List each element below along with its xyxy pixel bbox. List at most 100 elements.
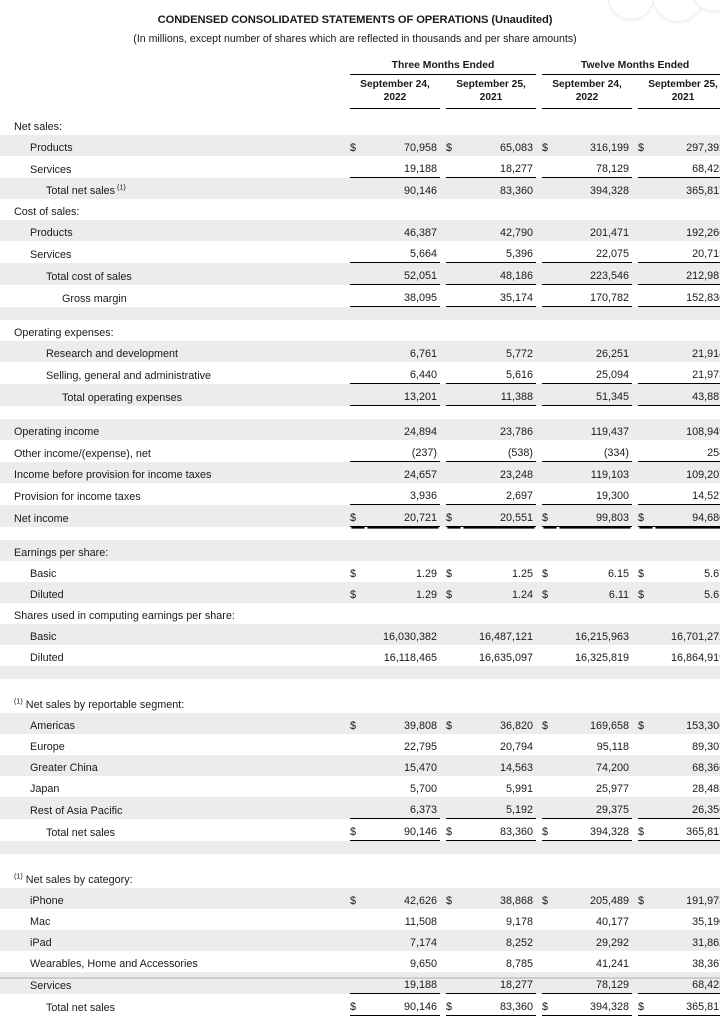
value-cell: 68,425 [692,163,720,175]
row-label: Products [0,220,350,241]
value-cell: 15,470 [366,755,440,776]
value-cell: 78,129 [596,163,630,175]
table-row: Total cost of sales 52,051 48,186 223,546 21… [0,262,720,285]
currency-symbol-cell [446,930,462,951]
currency-symbol-cell [350,262,366,285]
currency-symbol-cell: $ [446,568,453,580]
value-cell [654,867,720,888]
currency-symbol-cell [446,199,462,220]
currency-symbol-cell [638,419,655,440]
value-cell: 16,118,465 [383,652,437,664]
currency-symbol-cell [350,220,366,241]
row-label: Total operating expenses [0,383,350,406]
value-cell: 1.25 [512,568,534,580]
value-cell: 35,174 [462,284,537,307]
value-cell: 24,657 [366,461,440,483]
value-cell: 94,680 [654,504,720,527]
column-group-twelve-months: Twelve Months Ended [542,59,720,75]
table-row: Basic $1.29 $1.25 $6.15 $5.67 [0,561,720,582]
row-label: Europe [30,741,65,753]
value-cell: 51,345 [558,383,633,406]
value-cell: 16,030,382 [366,624,440,645]
currency-symbol-cell: $ [638,888,655,909]
table-spacer-row [0,306,720,320]
value-cell: 394,328 [558,993,633,1016]
table-row: (1) Net sales by reportable segment: [0,692,720,713]
value-cell: 25,094 [596,369,630,381]
table-row: Rest of Asia Pacific 6,373 5,192 29,375 26,3… [0,797,720,819]
value-cell: 68,425 [654,972,720,994]
table-row: Provision for income taxes 3,936 2,697 19,3… [0,483,720,505]
value-cell: 205,489 [558,888,633,909]
value-cell: 20,551 [462,504,537,527]
table-row: Research and development 6,761 5,772 26,251… [0,341,720,362]
page-title: CONDENSED CONSOLIDATED STATEMENTS OF OPE… [157,14,553,26]
currency-symbol-cell [638,734,654,755]
row-label: Provision for income taxes [14,490,141,503]
value-cell: 28,482 [692,783,720,795]
currency-symbol-cell [446,461,462,483]
currency-symbol-cell [542,440,558,462]
currency-symbol-cell [542,603,558,624]
table-row: Americas$39,808$36,820$169,658$153,306 [0,713,720,734]
value-cell: 41,241 [596,958,630,970]
value-cell: 90,146 [366,177,440,199]
currency-symbol-cell [350,603,366,624]
value-cell: 39,808 [366,713,440,734]
table-row: Total net sales $90,146 $83,360 $394,328 $36… [0,818,720,841]
value-cell: 16,701,272 [654,624,720,645]
currency-symbol-cell [542,797,559,819]
table-row: Europe 22,795 20,794 95,118 89,307 [0,734,720,755]
value-cell [366,867,440,888]
date-line-1: September 25, [456,79,526,90]
currency-symbol-cell [446,692,462,713]
value-cell: 11,508 [404,916,437,928]
value-cell: 169,658 [558,713,633,734]
value-cell [366,540,440,561]
currency-symbol-cell: $ [542,568,549,580]
value-cell: 99,803 [558,504,633,527]
currency-symbol-cell [446,797,462,819]
spacer-cell [0,854,720,867]
table-spacer-row [0,854,720,867]
value-cell: 42,626 [366,888,440,909]
currency-symbol-cell [542,734,558,755]
value-cell [558,320,632,341]
row-label: Diluted [0,582,350,603]
value-cell: 191,973 [654,888,720,909]
value-cell: 16,487,121 [462,624,537,645]
currency-symbol-cell [350,461,366,483]
value-cell: 5,772 [462,341,537,362]
currency-symbol-cell: $ [542,135,559,156]
row-label: Total net sales [46,826,116,839]
currency-symbol-cell [638,909,654,930]
currency-symbol-cell [542,461,559,483]
currency-symbol-cell [446,383,462,406]
value-cell: 6,440 [409,369,437,381]
value-cell: 42,790 [462,220,537,241]
value-cell [366,114,440,135]
currency-symbol-cell [542,645,558,666]
currency-symbol-cell [446,362,462,384]
currency-symbol-cell [542,241,558,263]
value-cell [462,114,536,135]
currency-symbol-cell [638,867,654,888]
currency-symbol-cell: $ [446,993,462,1016]
value-cell: 90,146 [366,818,440,841]
currency-symbol-cell [446,972,462,994]
currency-symbol-cell [638,483,654,505]
value-cell [366,603,440,624]
row-label: Total cost of sales [0,262,350,285]
currency-symbol-cell [350,540,366,561]
value-cell [558,603,632,624]
value-cell [654,320,720,341]
row-label: Services [0,972,350,994]
spacer-cell [0,679,720,692]
column-header-date-1: September 24, 2022 [350,74,440,109]
table-spacer-row [0,840,720,854]
currency-symbol-cell [638,797,655,819]
value-cell: 5,991 [506,783,534,795]
table-row: Basic 16,030,382 16,487,121 16,215,963 16,70… [0,624,720,645]
currency-symbol-cell [350,440,366,462]
value-cell [462,692,536,713]
